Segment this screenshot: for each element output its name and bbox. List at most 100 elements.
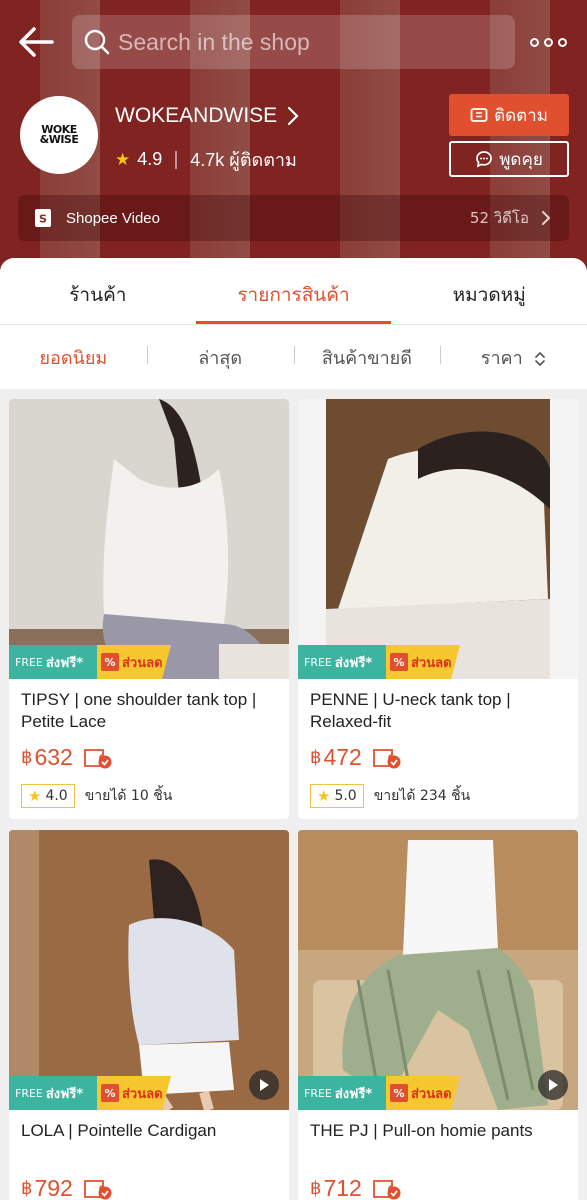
chat-button[interactable]: พูดคุย	[449, 141, 569, 177]
shop-logo[interactable]: WOKE &WISE	[20, 96, 98, 174]
follow-label: ติดตาม	[494, 105, 548, 126]
sold-count: ขายได้ 234 ชิ้น	[373, 788, 471, 804]
product-meta: ★ 4.0 ขายได้ 10 ชิ้น	[21, 784, 172, 808]
svg-text:S: S	[39, 213, 47, 226]
star-icon: ★	[317, 787, 331, 805]
promo-badges: FREE ส่งฟรี* % ส่วนลด	[298, 1076, 460, 1110]
play-video-button[interactable]	[249, 1070, 279, 1100]
price-value: 632	[34, 744, 73, 770]
rating-box: ★ 5.0	[310, 784, 364, 808]
star-icon: ★	[115, 149, 131, 169]
price-value: 712	[323, 1175, 362, 1200]
product-image[interactable]: FREE ส่งฟรี* % ส่วนลด	[9, 830, 289, 1110]
discount-badge-label: ส่วนลด	[411, 1086, 452, 1102]
search-input[interactable]	[118, 28, 498, 56]
chevron-right-icon	[288, 106, 299, 126]
product-meta: ★ 5.0 ขายได้ 234 ชิ้น	[310, 784, 470, 808]
free-shipping-badge: FREE ส่งฟรี*	[298, 645, 386, 679]
rating-box: ★ 4.0	[21, 784, 75, 808]
promo-badges: FREE ส่งฟรี* % ส่วนลด	[298, 645, 460, 679]
shop-name-link[interactable]: WOKEANDWISE	[115, 104, 299, 128]
free-badge-small: FREE	[304, 1086, 332, 1100]
search-icon	[84, 29, 110, 55]
logo-text-bottom: &WISE	[39, 133, 79, 146]
free-badge-big: ส่งฟรี*	[45, 1086, 84, 1102]
divider	[175, 150, 178, 169]
promo-badges: FREE ส่งฟรี* % ส่วนลด	[9, 1076, 171, 1110]
price-value: 792	[34, 1175, 73, 1200]
product-card[interactable]: FREE ส่งฟรี* % ส่วนลด TIPSY | one should…	[9, 399, 289, 819]
product-price: ฿ 632	[21, 744, 113, 771]
product-card[interactable]: FREE ส่งฟรี* % ส่วนลด LOLA | Pointelle C…	[9, 830, 289, 1200]
discount-badge: % ส่วนลด	[386, 1076, 460, 1110]
star-icon: ★	[28, 787, 42, 805]
dot-icon	[530, 37, 539, 47]
voucher-icon	[83, 748, 112, 768]
shopee-video-icon: S	[35, 209, 51, 227]
back-button[interactable]	[16, 24, 56, 60]
product-card[interactable]: FREE ส่งฟรี* % ส่วนลด THE PJ | Pull-on h…	[298, 830, 578, 1200]
currency-symbol: ฿	[310, 1178, 322, 1198]
currency-symbol: ฿	[310, 747, 322, 767]
shopee-video-bar[interactable]: S Shopee Video 52 วิดีโอ	[18, 195, 569, 241]
price-value: 472	[323, 744, 362, 770]
dot-icon	[558, 37, 567, 47]
more-options-button[interactable]	[530, 30, 572, 54]
video-bar-label: Shopee Video	[66, 209, 160, 227]
shop-header: WOKE &WISE WOKEANDWISE ★ 4.9 4.7k ผู้ติด…	[0, 0, 587, 290]
dot-icon	[544, 37, 553, 47]
product-photo-tank-top	[298, 399, 578, 679]
discount-badge-label: ส่วนลด	[122, 655, 163, 671]
follow-button[interactable]: ติดตาม	[449, 94, 569, 136]
product-price: ฿ 792	[21, 1175, 113, 1200]
shop-followers: 4.7k ผู้ติดตาม	[190, 150, 297, 170]
free-badge-big: ส่งฟรี*	[334, 1086, 373, 1102]
sort-popular[interactable]: ยอดนิยม	[0, 343, 147, 372]
free-shipping-badge: FREE ส่งฟรี*	[9, 1076, 97, 1110]
discount-badge: % ส่วนลด	[386, 645, 460, 679]
currency-symbol: ฿	[21, 1178, 33, 1198]
free-badge-small: FREE	[15, 1086, 43, 1100]
voucher-icon	[372, 748, 401, 768]
product-card[interactable]: FREE ส่งฟรี* % ส่วนลด PENNE | U-neck tan…	[298, 399, 578, 819]
play-video-button[interactable]	[538, 1070, 568, 1100]
play-icon	[260, 1079, 269, 1091]
chat-bubble-icon	[476, 151, 493, 168]
product-photo-pants	[298, 830, 578, 1110]
sort-arrows-icon	[535, 351, 546, 366]
video-count: 52 วิดีโอ	[469, 209, 529, 227]
product-photo-cardigan	[9, 830, 289, 1110]
product-price: ฿ 472	[310, 744, 402, 771]
sort-latest[interactable]: ล่าสุด	[146, 343, 294, 372]
free-badge-big: ส่งฟรี*	[334, 655, 373, 671]
promo-badges: FREE ส่งฟรี* % ส่วนลด	[9, 645, 171, 679]
arrow-left-icon	[19, 27, 54, 57]
shop-search-bar[interactable]	[72, 15, 515, 69]
sort-bestseller[interactable]: สินค้าขายดี	[293, 343, 441, 372]
product-title: TIPSY | one shoulder tank top | Petite L…	[21, 690, 257, 731]
product-price: ฿ 712	[310, 1175, 402, 1200]
product-image[interactable]: FREE ส่งฟรี* % ส่วนลด	[298, 830, 578, 1110]
discount-badge-label: ส่วนลด	[122, 1086, 163, 1102]
sort-bar: ยอดนิยม ล่าสุด สินค้าขายดี ราคา	[0, 325, 587, 389]
free-badge-small: FREE	[304, 655, 332, 669]
sold-count: ขายได้ 10 ชิ้น	[84, 788, 173, 804]
shop-rating: 4.9	[137, 149, 163, 169]
sort-popular-label: ยอดนิยม	[39, 347, 108, 369]
voucher-icon	[83, 1179, 112, 1199]
shop-stats: ★ 4.9 4.7k ผู้ติดตาม	[115, 145, 297, 174]
product-title: THE PJ | Pull-on homie pants	[310, 1121, 533, 1140]
product-image[interactable]: FREE ส่งฟรี* % ส่วนลด	[298, 399, 578, 679]
sort-price[interactable]: ราคา	[440, 343, 587, 372]
percent-icon: %	[390, 653, 408, 671]
sort-latest-label: ล่าสุด	[198, 347, 243, 369]
product-title: PENNE | U-neck tank top | Relaxed-fit	[310, 690, 511, 731]
product-rating: 4.0	[45, 788, 68, 804]
voucher-icon	[372, 1179, 401, 1199]
percent-icon: %	[101, 653, 119, 671]
sort-price-label: ราคา	[480, 347, 523, 369]
chat-label: พูดคุย	[499, 149, 543, 170]
play-icon	[549, 1079, 558, 1091]
product-image[interactable]: FREE ส่งฟรี* % ส่วนลด	[9, 399, 289, 679]
free-badge-small: FREE	[15, 655, 43, 669]
